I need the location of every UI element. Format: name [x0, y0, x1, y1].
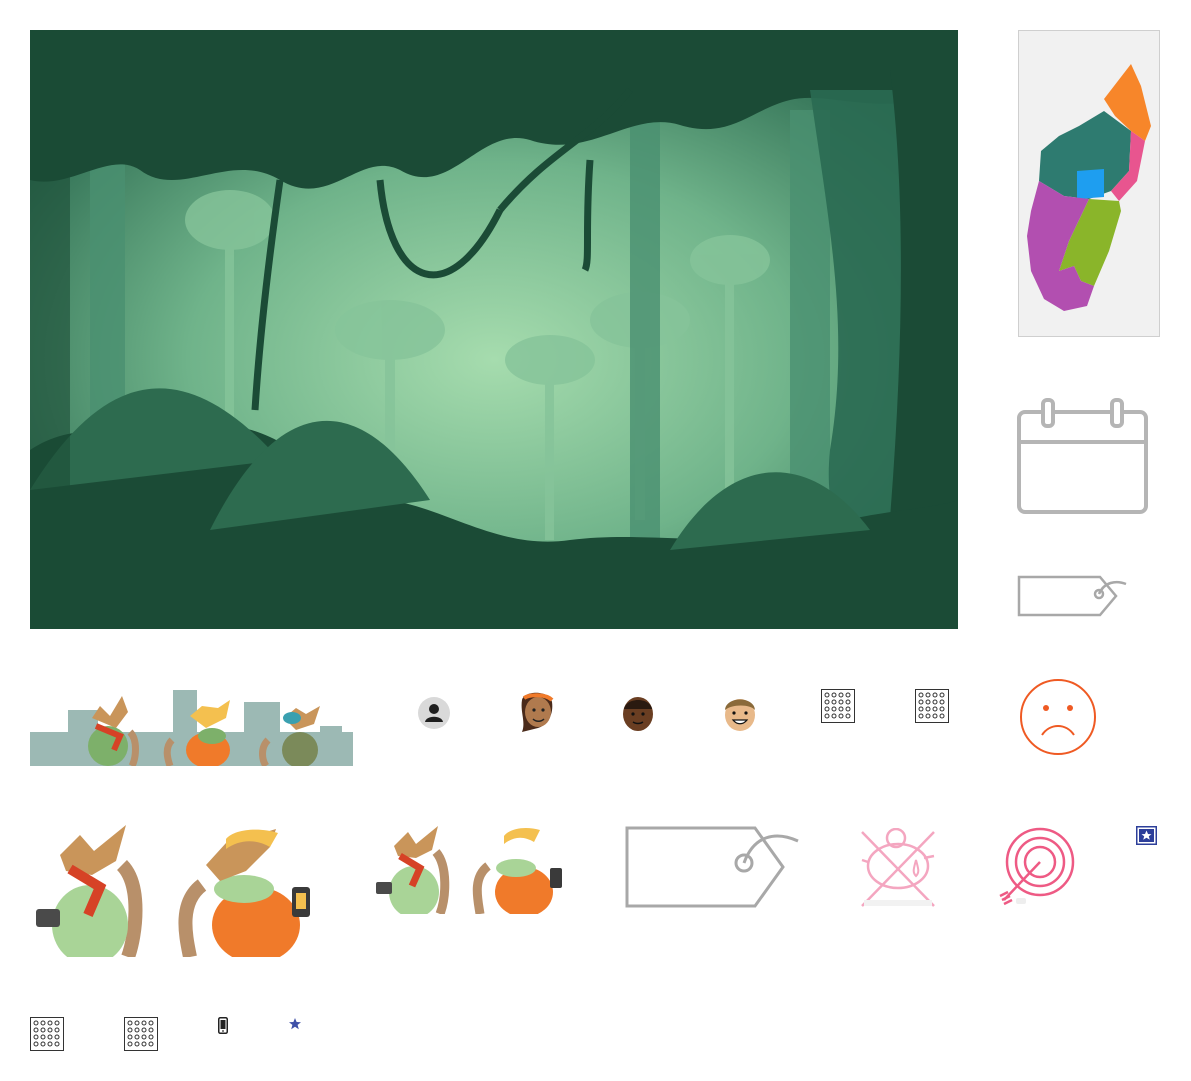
price-tag-icon-small	[1016, 574, 1128, 618]
dot-grid-icon	[30, 1017, 64, 1051]
crossed-piggy-bank-icon	[858, 828, 938, 908]
jungle-scene-illustration	[30, 30, 958, 629]
sad-face-icon	[1018, 677, 1098, 757]
madagascar-regions-map	[1018, 30, 1160, 337]
smartphone-icon	[218, 1017, 228, 1034]
smiling-man-avatar	[722, 694, 758, 732]
man-avatar	[622, 695, 654, 732]
star-badge-icon	[1136, 826, 1157, 845]
dot-grid-icon	[915, 689, 949, 723]
lemurs-small-illustration	[374, 826, 566, 914]
user-silhouette-avatar	[418, 697, 450, 729]
lemurs-large-illustration	[30, 825, 320, 957]
lemurs-city-illustration	[30, 688, 353, 766]
dot-grid-icon	[821, 689, 855, 723]
price-tag-icon-large	[624, 825, 800, 909]
calendar-icon	[1016, 398, 1150, 516]
star-icon	[289, 1018, 301, 1030]
woman-avatar	[516, 692, 556, 734]
target-arrow-icon	[996, 826, 1076, 906]
dot-grid-icon	[124, 1017, 158, 1051]
